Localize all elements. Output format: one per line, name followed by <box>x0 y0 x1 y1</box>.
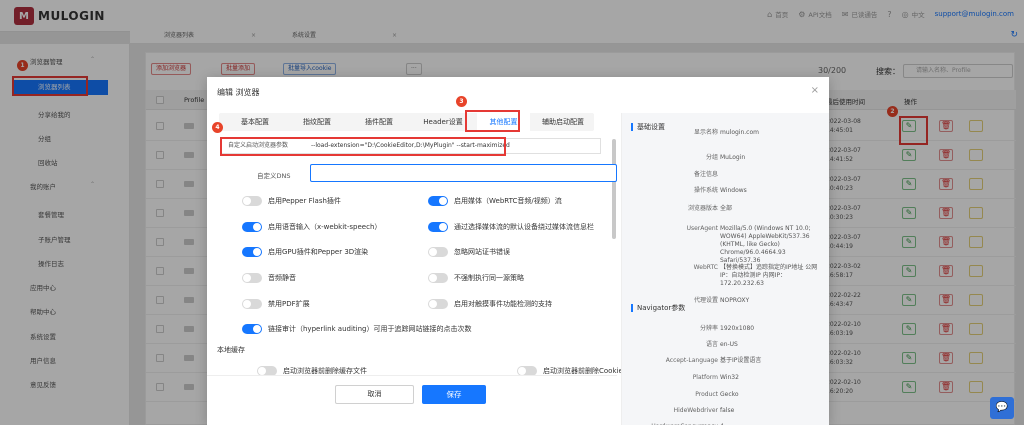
tab-launch-assist[interactable]: 辅助启动配置 <box>533 113 593 131</box>
edit-browser-modal: 编辑 浏览器 × 基本配置 指纹配置 插件配置 Header设置 其他配置 辅助… <box>207 77 829 425</box>
option-label: 链接审计（hyperlink auditing）可用于追踪网站链接的点击次数 <box>268 325 472 333</box>
summary-value: NOPROXY <box>720 297 750 304</box>
toggle-switch[interactable] <box>428 247 448 257</box>
toggle-switch[interactable] <box>428 273 448 283</box>
summary-key: Platform <box>692 374 718 381</box>
tab-plugins[interactable]: 插件配置 <box>353 113 405 131</box>
option-toggle-row: 禁用PDF扩展 <box>242 298 310 310</box>
option-label: 忽略网站证书错误 <box>454 248 510 256</box>
summary-key: 分辨率 <box>699 325 718 332</box>
option-label: 通过选择媒体流的默认设备绕过媒体流信息栏 <box>454 223 594 231</box>
summary-value: 全部 <box>720 205 733 212</box>
annotation-badge-4: 4 <box>212 122 223 133</box>
summary-key: 操作系统 <box>693 187 718 194</box>
navigator-heading: Navigator参数 <box>631 304 685 312</box>
tab-basic[interactable]: 基本配置 <box>229 113 281 131</box>
option-label: 音频静音 <box>268 274 296 282</box>
scrollbar[interactable] <box>612 139 616 239</box>
option-toggle-row: 启用语音输入（x-webkit-speech） <box>242 221 381 233</box>
summary-key: WebRTC <box>693 264 718 271</box>
option-label: 不强制执行同一源策略 <box>454 274 524 282</box>
summary-key: Product <box>695 391 718 398</box>
summary-key: Accept-Language <box>665 357 718 364</box>
toggle-switch[interactable] <box>428 196 448 206</box>
local-cache-heading: 本地缓存 <box>217 346 245 354</box>
summary-value: mulogin.com <box>720 129 759 136</box>
summary-key: 分组 <box>705 154 718 161</box>
toggle-switch[interactable] <box>242 299 262 309</box>
summary-value: 【替换模式】追踪指定的IP地址 公网IP：自动检测IP 内网IP：172.20.… <box>720 264 818 287</box>
tab-header[interactable]: Header设置 <box>413 113 473 131</box>
option-toggle-row: 忽略网站证书错误 <box>428 246 510 258</box>
option-toggle-row: 不强制执行同一源策略 <box>428 272 524 284</box>
summary-key: UserAgent <box>686 225 718 232</box>
summary-value: Gecko <box>720 391 739 398</box>
highlight-box-args <box>220 137 506 156</box>
tab-fingerprint[interactable]: 指纹配置 <box>291 113 343 131</box>
chat-icon[interactable]: 💬 <box>990 397 1014 419</box>
option-toggle-row: 启用媒体（WebRTC音频/视频）流 <box>428 195 562 207</box>
summary-value: en-US <box>720 341 738 348</box>
summary-key: 浏览器版本 <box>687 205 718 212</box>
toggle-switch[interactable] <box>428 299 448 309</box>
option-toggle-row: 链接审计（hyperlink auditing）可用于追踪网站链接的点击次数 <box>242 323 472 335</box>
save-button[interactable]: 保存 <box>422 385 486 404</box>
option-label: 启用媒体（WebRTC音频/视频）流 <box>454 197 562 205</box>
summary-panel: 基础设置 显示名称 mulogin.com 分组 MuLogin 备注信息 操作系统 Win… <box>621 113 829 425</box>
summary-value: MuLogin <box>720 154 746 161</box>
toggle-switch[interactable] <box>242 324 262 334</box>
option-toggle-row: 音频静音 <box>242 272 296 284</box>
option-label: 启用Pepper Flash插件 <box>268 197 341 205</box>
cancel-button[interactable]: 取消 <box>335 385 414 404</box>
toggle-switch[interactable] <box>242 222 262 232</box>
summary-value: false <box>720 407 735 414</box>
toggle-switch[interactable] <box>242 247 262 257</box>
summary-value: Win32 <box>720 374 739 381</box>
summary-key: 显示名称 <box>693 129 718 136</box>
summary-value: Windows <box>720 187 747 194</box>
option-toggle-row: 启用Pepper Flash插件 <box>242 195 341 207</box>
summary-key: 代理设置 <box>693 297 718 304</box>
toggle-switch[interactable] <box>242 273 262 283</box>
custom-dns-label: 自定义DNS <box>257 172 291 180</box>
modal-title: 编辑 浏览器 <box>217 88 260 97</box>
summary-key: 备注信息 <box>693 171 718 178</box>
annotation-badge-3: 3 <box>456 96 467 107</box>
summary-key: 语言 <box>705 341 718 348</box>
option-label: 禁用PDF扩展 <box>268 300 310 308</box>
option-toggle-row: 启用GPU插件和Pepper 3D渲染 <box>242 246 368 258</box>
summary-value: 基于IP设置语言 <box>720 357 762 364</box>
highlight-box-tab <box>465 110 520 132</box>
option-label: 启用对触摸事件功能检测的支持 <box>454 300 552 308</box>
modal-footer: 取消 保存 <box>207 375 617 425</box>
modal-tabs: 基本配置 指纹配置 插件配置 Header设置 其他配置 辅助启动配置 <box>219 113 594 131</box>
option-label: 启用GPU插件和Pepper 3D渲染 <box>268 248 369 256</box>
custom-dns-input[interactable] <box>310 164 617 182</box>
summary-key: HideWebdriver <box>673 407 718 414</box>
close-icon[interactable]: × <box>811 85 819 96</box>
option-toggle-row: 通过选择媒体流的默认设备绕过媒体流信息栏 <box>428 221 594 233</box>
option-label: 启用语音输入（x-webkit-speech） <box>268 223 382 231</box>
basic-settings-heading: 基础设置 <box>631 123 665 131</box>
option-toggle-row: 启用对触摸事件功能检测的支持 <box>428 298 552 310</box>
toggle-switch[interactable] <box>428 222 448 232</box>
summary-value: Mozilla/5.0 (Windows NT 10.0; WOW64) App… <box>720 225 811 264</box>
toggle-switch[interactable] <box>242 196 262 206</box>
summary-value: 1920x1080 <box>720 325 755 332</box>
